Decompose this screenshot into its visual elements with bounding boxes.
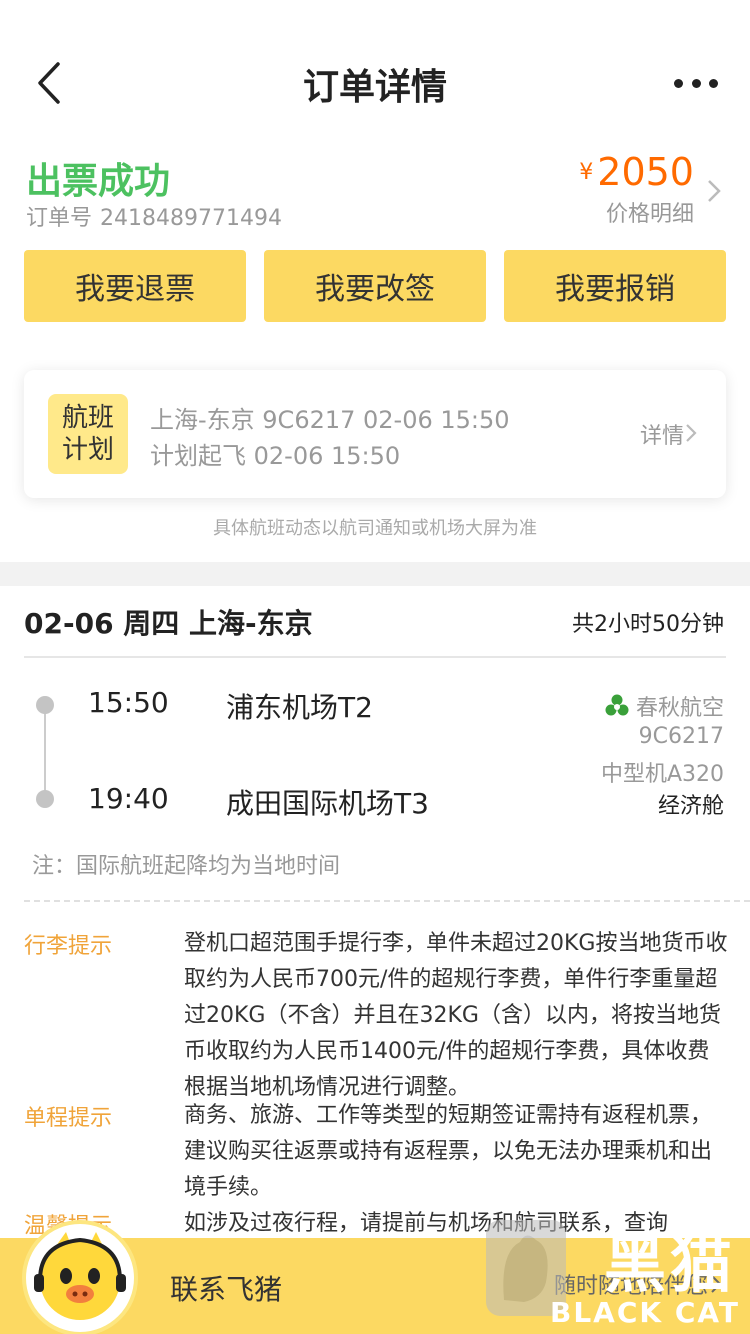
nav-bar: 订单详情 — [0, 40, 750, 126]
tip-label-baggage: 行李提示 — [24, 934, 113, 959]
tip-text-one-way: 商务、旅游、工作等类型的短期签证需持有返程机票，建议购买往返票或持有返程票，以免… — [184, 1103, 713, 1200]
airline-name: 春秋航空 — [635, 696, 724, 721]
dashed-divider — [24, 900, 750, 902]
order-number: 订单号 2418489771494 — [26, 200, 282, 232]
price-currency: ¥ — [579, 160, 594, 185]
order-number-label: 订单号 — [26, 206, 93, 231]
section-divider — [0, 562, 750, 586]
order-price[interactable]: ¥2050 — [579, 150, 694, 194]
watermark-cn: 黑猫 — [603, 1228, 736, 1301]
change-button[interactable]: 我要改签 — [264, 250, 486, 322]
flight-plan-card[interactable]: 航班 计划 上海-东京 9C6217 02-06 15:50 计划起飞 02-0… — [24, 370, 726, 498]
local-time-note: 注：国际航班起降均为当地时间 — [32, 854, 341, 879]
flight-plan-detail-link[interactable]: 详情 — [640, 418, 684, 450]
flight-plan-badge: 航班 计划 — [48, 394, 128, 474]
page-title: 订单详情 — [302, 67, 447, 108]
contact-fliggy-label[interactable]: 联系飞猪 — [170, 1268, 282, 1308]
timeline-line — [44, 705, 46, 799]
flight-number: 9C6217 — [638, 724, 724, 749]
flight-notice: 具体航班动态以航司通知或机场大屏为准 — [213, 518, 537, 539]
order-status: 出票成功 — [26, 161, 171, 202]
reimburse-button[interactable]: 我要报销 — [504, 250, 726, 322]
timeline-dot-depart — [36, 696, 54, 714]
spring-airlines-logo-icon — [605, 694, 629, 716]
refund-button[interactable]: 我要退票 — [24, 250, 246, 322]
itinerary-header: 02-06 周四 上海-东京 — [24, 607, 313, 640]
more-button[interactable] — [674, 68, 718, 98]
airline-info: 春秋航空 — [604, 690, 724, 722]
order-number-value: 2418489771494 — [100, 206, 282, 231]
depart-time: 15:50 — [88, 686, 169, 719]
plane-type: 中型机A320 — [600, 762, 724, 787]
tip-label-one-way: 单程提示 — [24, 1106, 113, 1131]
flight-plan-departure: 计划起飞 02-06 15:50 — [150, 442, 401, 470]
chevron-right-icon — [686, 424, 697, 442]
arrive-airport: 成田国际机场T3 — [226, 787, 429, 820]
fliggy-mascot-avatar[interactable] — [26, 1224, 134, 1332]
mascot-icon — [34, 1232, 126, 1320]
flight-plan-route: 上海-东京 9C6217 02-06 15:50 — [150, 406, 510, 434]
price-detail-link[interactable]: 价格明细 — [606, 196, 694, 228]
cabin-class: 经济舱 — [657, 794, 724, 819]
chevron-right-icon[interactable] — [706, 178, 722, 204]
itinerary-duration: 共2小时50分钟 — [572, 612, 724, 637]
arrive-time: 19:40 — [88, 782, 169, 815]
price-amount: 2050 — [597, 150, 694, 194]
order-actions: 我要退票 我要改签 我要报销 — [24, 250, 726, 322]
divider — [24, 656, 726, 658]
more-dots-icon — [674, 78, 683, 88]
tip-text-baggage: 登机口超范围手提行李，单件未超过20KG按当地货币收取约为人民币700元/件的超… — [184, 931, 728, 1100]
watermark-en: BLACK CAT — [550, 1296, 740, 1329]
timeline-dot-arrive — [36, 790, 54, 808]
depart-airport: 浦东机场T2 — [226, 691, 373, 724]
